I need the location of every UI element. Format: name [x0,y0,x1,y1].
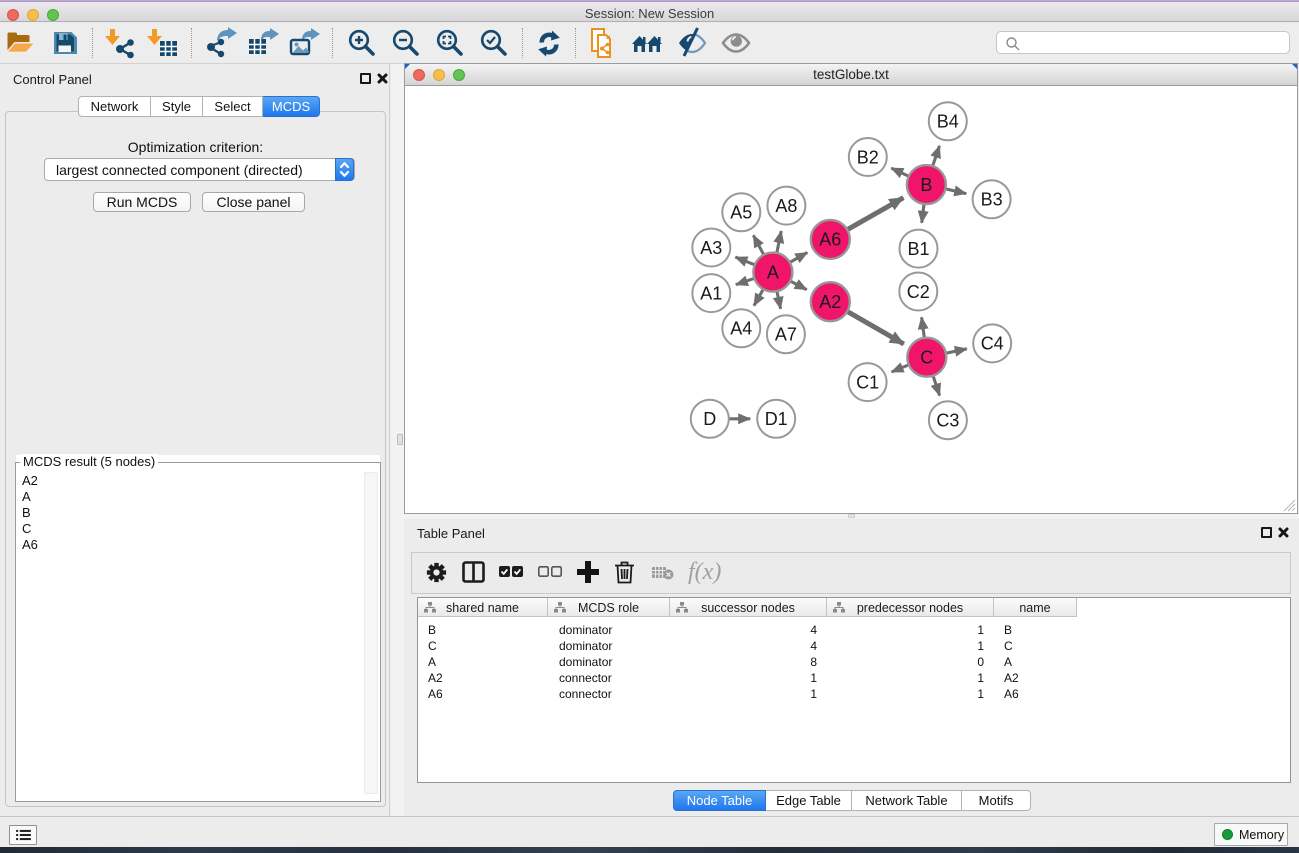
svg-text:B2: B2 [857,147,879,167]
svg-text:A7: A7 [775,325,797,345]
svg-text:A: A [767,262,779,282]
svg-text:A6: A6 [819,230,841,250]
svg-text:C4: C4 [981,334,1004,354]
svg-text:C: C [920,348,933,368]
svg-text:C2: C2 [907,282,930,302]
svg-text:A4: A4 [730,319,752,339]
svg-text:B4: B4 [937,112,959,132]
svg-text:A1: A1 [700,283,722,303]
svg-text:B3: B3 [981,190,1003,210]
svg-text:A3: A3 [700,238,722,258]
svg-text:A5: A5 [730,203,752,223]
svg-text:C3: C3 [936,411,959,431]
svg-text:A2: A2 [819,292,841,312]
svg-text:B1: B1 [907,239,929,259]
svg-text:A8: A8 [775,196,797,216]
svg-text:C1: C1 [856,372,879,392]
svg-text:B: B [920,175,932,195]
svg-text:D1: D1 [765,409,788,429]
svg-text:D: D [703,409,716,429]
